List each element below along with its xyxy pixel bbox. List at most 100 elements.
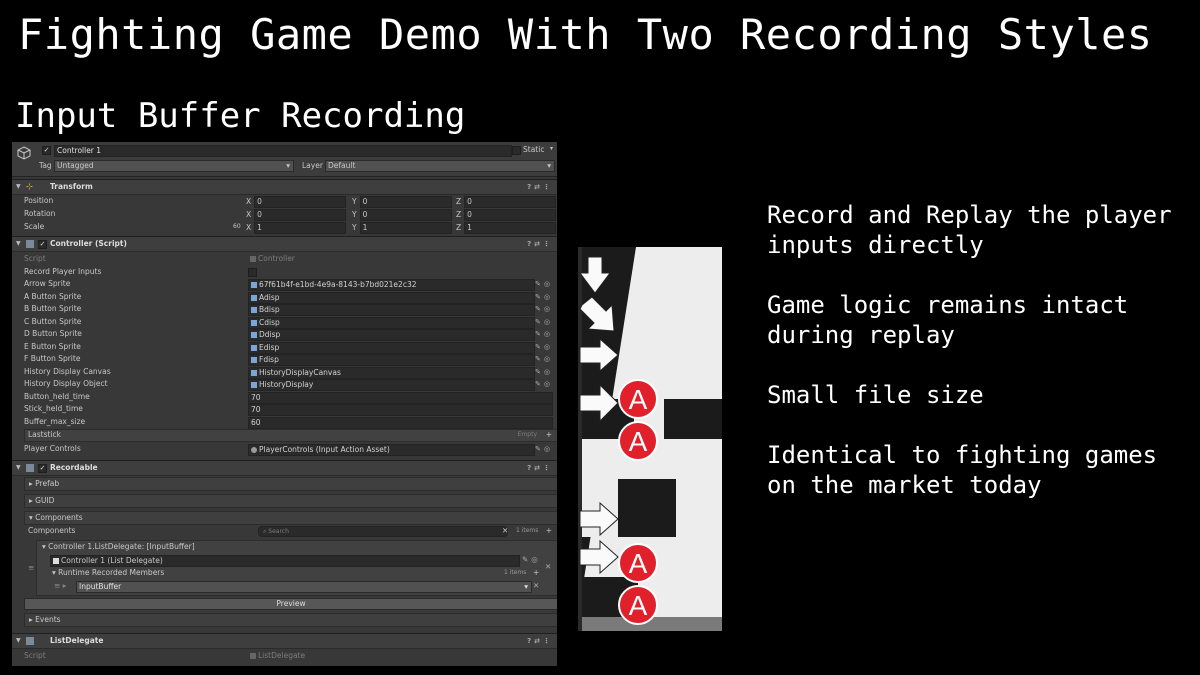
rotation-z-field[interactable]: Z0 — [456, 209, 557, 221]
a-button-icon: A — [618, 421, 658, 461]
clear-search-icon[interactable]: ✕ — [502, 525, 508, 537]
object-field[interactable]: Bdisp — [248, 304, 535, 316]
input-history-display: A A A A — [578, 247, 722, 631]
member-dropdown[interactable]: InputBuffer ▾ — [76, 581, 532, 593]
transform-header[interactable]: ▼ ⊹ Transform ?⇄⋮ — [12, 179, 557, 195]
player-controls-field[interactable]: PlayerControls (Input Action Asset) — [248, 444, 535, 456]
field-picker-icons[interactable]: ✎◎ — [535, 378, 553, 390]
chevron-down-icon: ▾ — [547, 161, 551, 170]
script-icon — [26, 637, 34, 645]
component-menu-icons[interactable]: ?⇄⋮ — [527, 237, 553, 251]
rotation-y-field[interactable]: Y0 — [352, 209, 452, 221]
foldout-arrow-icon: ▼ — [16, 637, 21, 644]
record-inputs-checkbox[interactable] — [248, 268, 257, 277]
svg-text:A: A — [629, 426, 648, 457]
list-delegate-header[interactable]: ▼ ListDelegate ?⇄⋮ — [12, 633, 557, 649]
rotation-x-field[interactable]: X0 — [246, 209, 347, 221]
transform-icon: ⊹ — [26, 182, 33, 191]
board-edge — [578, 247, 582, 631]
field-picker-icons[interactable]: ✎◎ — [522, 554, 541, 566]
field-label: Button_held_time — [24, 391, 90, 401]
scale-y-field[interactable]: Y1 — [352, 222, 452, 234]
object-field[interactable]: Adisp — [248, 291, 535, 304]
object-field-row: Arrow Sprite 67f61b4f-e1bd-4e9a-8143-b7bd… — [12, 278, 557, 291]
layer-value: Default — [328, 161, 356, 170]
object-field[interactable]: Cdisp — [248, 316, 535, 329]
drag-handle-icon[interactable]: ≡ ▸ — [54, 580, 66, 592]
a-button-icon: A — [618, 543, 658, 583]
field-picker-icons[interactable]: ✎◎ — [535, 341, 553, 353]
controller-script-header[interactable]: ▼ ✓ Controller (Script) ?⇄⋮ — [12, 236, 557, 252]
laststick-row[interactable]: Laststick Empty + — [12, 429, 557, 442]
prefab-foldout[interactable]: ▸ Prefab — [24, 477, 557, 491]
active-checkbox[interactable]: ✓ — [42, 146, 51, 155]
position-row: Position X0 Y0 Z0 — [12, 195, 557, 208]
components-list-label: Components — [28, 526, 76, 535]
field-picker-icons[interactable]: ✎◎ — [535, 443, 553, 455]
scale-z-field[interactable]: Z1 — [456, 222, 557, 234]
field-picker-icons[interactable]: ✎◎ — [535, 328, 553, 340]
position-label: Position — [24, 196, 54, 205]
record-inputs-label: Record Player Inputs — [24, 267, 102, 276]
scale-x-field[interactable]: X1 — [246, 222, 347, 234]
field-label: History Display Object — [24, 379, 108, 388]
delegate-ref-field[interactable]: Controller 1 (List Delegate) — [50, 555, 520, 567]
add-icon[interactable]: + — [546, 429, 552, 441]
object-field[interactable]: Fdisp — [248, 354, 535, 366]
static-checkbox[interactable] — [512, 146, 521, 155]
object-field[interactable]: 67f61b4f-e1bd-4e9a-8143-b7bd021e2c32 — [248, 279, 535, 291]
component-menu-icons[interactable]: ?⇄⋮ — [527, 180, 553, 194]
object-field[interactable]: Edisp — [248, 341, 535, 354]
component-enabled-checkbox[interactable]: ✓ — [38, 240, 47, 249]
field-picker-icons[interactable]: ✎◎ — [535, 353, 553, 365]
foldout-arrow-icon: ▼ — [16, 183, 21, 190]
field-picker-icons[interactable]: ✎◎ — [535, 291, 553, 303]
script-field: Controller — [248, 254, 535, 264]
remove-member-icon[interactable]: ✕ — [533, 580, 539, 592]
scale-lock-icon[interactable]: 60 — [233, 221, 241, 233]
events-foldout[interactable]: ▸ Events — [24, 613, 557, 627]
field-picker-icons[interactable]: ✎◎ — [535, 278, 553, 290]
runtime-members-header[interactable]: ▾ Runtime Recorded Members 1 items + — [12, 567, 557, 579]
position-z-field[interactable]: Z0 — [456, 196, 557, 208]
object-field-row: F Button Sprite Fdisp ✎◎ — [12, 353, 557, 366]
components-foldout[interactable]: ▾ Components — [24, 511, 557, 525]
add-icon[interactable]: + — [546, 525, 552, 537]
player-controls-row: Player Controls PlayerControls (Input Ac… — [12, 443, 557, 456]
components-search-input[interactable]: ⌕ Search — [258, 526, 508, 537]
position-x-field[interactable]: X0 — [246, 196, 347, 208]
static-dropdown-icon[interactable]: ▾ — [550, 145, 553, 152]
component-menu-icons[interactable]: ?⇄⋮ — [527, 461, 553, 475]
field-picker-icons[interactable]: ✎◎ — [535, 316, 553, 328]
field-picker-icons[interactable]: ✎◎ — [535, 366, 553, 378]
add-icon[interactable]: + — [533, 567, 539, 579]
field-label: E Button Sprite — [24, 341, 81, 351]
number-field-row: Stick_held_time 70 — [12, 403, 557, 416]
component-menu-icons[interactable]: ?⇄⋮ — [527, 634, 553, 648]
position-y-field[interactable]: Y0 — [352, 196, 452, 208]
field-picker-icons[interactable]: ✎◎ — [535, 303, 553, 315]
guid-foldout[interactable]: ▸ GUID — [24, 494, 557, 508]
field-label: Stick_held_time — [24, 404, 83, 413]
object-field-row: A Button Sprite Adisp ✎◎ — [12, 291, 557, 304]
delegate-foldout[interactable]: ▾ Controller 1.ListDelegate: [InputBuffe… — [12, 541, 557, 553]
preview-button[interactable]: Preview — [24, 598, 557, 610]
object-name-input[interactable]: Controller 1 — [54, 145, 512, 157]
number-field[interactable]: 70 — [248, 404, 553, 416]
number-field[interactable]: 60 — [248, 416, 553, 429]
number-field[interactable]: 70 — [248, 391, 553, 404]
recordable-header[interactable]: ▼ ✓ Recordable ?⇄⋮ — [12, 460, 557, 476]
rotation-label: Rotation — [24, 209, 56, 218]
board-light-cell — [578, 479, 618, 537]
slide-subtitle: Input Buffer Recording — [15, 96, 466, 136]
layer-dropdown[interactable]: Default ▾ — [325, 160, 555, 172]
component-enabled-checkbox[interactable]: ✓ — [38, 464, 47, 473]
inspector-header: ✓ Controller 1 Static ▾ Tag Untagged ▾ La… — [12, 142, 557, 177]
list-delegate-script-row: Script ListDelegate — [12, 650, 557, 662]
tag-dropdown[interactable]: Untagged ▾ — [54, 160, 294, 172]
object-field[interactable]: Ddisp — [248, 329, 535, 341]
object-field[interactable]: HistoryDisplay — [248, 379, 535, 391]
record-inputs-row: Record Player Inputs — [12, 266, 557, 278]
object-field[interactable]: HistoryDisplayCanvas — [248, 366, 535, 379]
gameobject-cube-icon — [17, 146, 31, 160]
